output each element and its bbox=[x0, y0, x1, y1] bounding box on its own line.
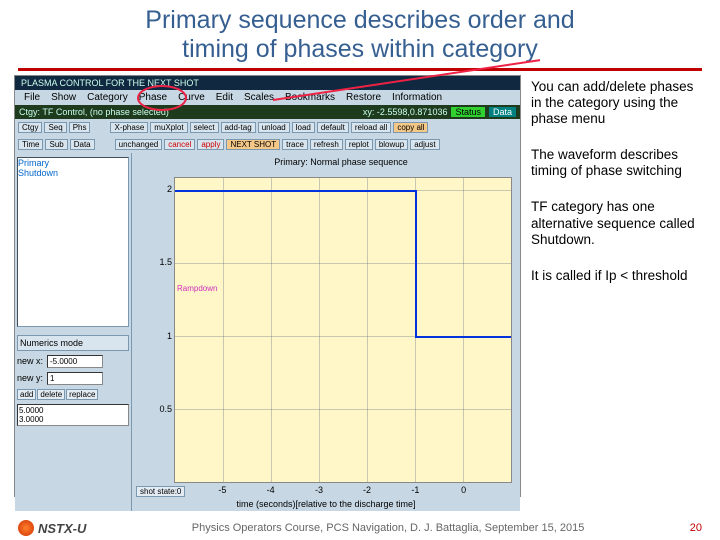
waveform-segment bbox=[415, 190, 417, 336]
shot-state-button[interactable]: shot state:0 bbox=[136, 486, 185, 497]
plot-title: Primary: Normal phase sequence bbox=[166, 157, 516, 167]
title-divider bbox=[18, 68, 702, 71]
note-ip-threshold: It is called if Ip < threshold bbox=[531, 268, 700, 284]
menu-edit[interactable]: Edit bbox=[211, 92, 238, 103]
btn-seq[interactable]: Seq bbox=[44, 122, 66, 133]
y-axis-ticks: 2 1.5 1 0.5 bbox=[150, 177, 172, 483]
numerics-mode-control[interactable]: Numerics mode bbox=[17, 335, 129, 351]
xy-readout: xy: -2.5598,0.871036 bbox=[363, 107, 448, 117]
btn-copy-all[interactable]: copy all bbox=[393, 122, 428, 133]
title-line2: timing of phases within category bbox=[182, 35, 538, 63]
btn-select[interactable]: select bbox=[190, 122, 219, 133]
plot-panel: Primary: Normal phase sequence Rampdow bbox=[132, 153, 520, 511]
note-waveform: The waveform describes timing of phase s… bbox=[531, 147, 700, 179]
values-readout: 5.0000 3.0000 bbox=[17, 404, 129, 426]
btn-cancel[interactable]: cancel bbox=[164, 139, 195, 150]
left-panel: Primary Shutdown Numerics mode new x: ne… bbox=[15, 153, 132, 511]
title-line1: Primary sequence describes order and bbox=[145, 6, 574, 34]
data-chip: Data bbox=[489, 107, 516, 117]
sequence-list[interactable]: Primary Shutdown bbox=[17, 157, 129, 327]
btn-reload-all[interactable]: reload all bbox=[351, 122, 391, 133]
x-axis-label: time (seconds)[relative to the discharge… bbox=[132, 499, 520, 509]
btn-delete[interactable]: delete bbox=[37, 389, 65, 400]
btn-next-shot[interactable]: NEXT SHOT bbox=[226, 139, 280, 150]
info-bar: Ctgy: TF Control, (no phase selected) xy… bbox=[15, 105, 520, 119]
pcs-application-window: PLASMA CONTROL FOR THE NEXT SHOT File Sh… bbox=[14, 75, 521, 497]
btn-add-tag[interactable]: add-tag bbox=[221, 122, 256, 133]
newy-input[interactable] bbox=[47, 372, 103, 385]
btn-phs[interactable]: Phs bbox=[69, 122, 91, 133]
list-item[interactable]: Primary bbox=[18, 158, 128, 168]
menu-information[interactable]: Information bbox=[387, 92, 447, 103]
annotation-column: You can add/delete phases in the categor… bbox=[521, 75, 706, 497]
newy-label: new y: bbox=[17, 373, 43, 383]
x-axis-ticks: -6 -5 -4 -3 -2 -1 0 bbox=[174, 485, 512, 497]
btn-sub[interactable]: Sub bbox=[45, 139, 67, 150]
waveform-segment bbox=[415, 336, 511, 338]
btn-trace[interactable]: trace bbox=[282, 139, 308, 150]
menu-file[interactable]: File bbox=[19, 92, 45, 103]
application-menubar[interactable]: File Show Category Phase Curve Edit Scal… bbox=[15, 90, 520, 105]
btn-muxplot[interactable]: muXplot bbox=[150, 122, 187, 133]
btn-apply[interactable]: apply bbox=[197, 139, 224, 150]
btn-xphase[interactable]: X-phase bbox=[110, 122, 148, 133]
menu-restore[interactable]: Restore bbox=[341, 92, 386, 103]
btn-replace[interactable]: replace bbox=[66, 389, 98, 400]
btn-data[interactable]: Data bbox=[70, 139, 95, 150]
list-item[interactable]: Shutdown bbox=[18, 168, 128, 178]
btn-adjust[interactable]: adjust bbox=[410, 139, 439, 150]
plot-area[interactable]: Rampdown bbox=[174, 177, 512, 483]
btn-refresh[interactable]: refresh bbox=[310, 139, 343, 150]
footer-center-text: Physics Operators Course, PCS Navigation… bbox=[86, 522, 689, 534]
btn-add[interactable]: add bbox=[17, 389, 36, 400]
page-number: 20 bbox=[690, 522, 702, 534]
phase-menu-highlight-oval bbox=[137, 85, 187, 111]
slide-footer: NSTX-U Physics Operators Course, PCS Nav… bbox=[0, 520, 720, 536]
toolbar-row-1: Ctgy Seq Phs X-phase muXplot select add-… bbox=[15, 119, 520, 136]
btn-default[interactable]: default bbox=[317, 122, 349, 133]
nstx-logo-text: NSTX-U bbox=[38, 521, 86, 536]
note-shutdown-seq: TF category has one alternative sequence… bbox=[531, 199, 700, 248]
newx-input[interactable] bbox=[47, 355, 103, 368]
btn-ctgy[interactable]: Ctgy bbox=[18, 122, 42, 133]
selection-summary: Ctgy: TF Control, (no phase selected) bbox=[19, 107, 363, 117]
btn-unchanged[interactable]: unchanged bbox=[115, 139, 163, 150]
btn-blowup[interactable]: blowup bbox=[375, 139, 408, 150]
btn-replot[interactable]: replot bbox=[345, 139, 373, 150]
waveform-segment bbox=[175, 190, 415, 192]
btn-time[interactable]: Time bbox=[18, 139, 43, 150]
menu-show[interactable]: Show bbox=[46, 92, 81, 103]
toolbar-row-2: Time Sub Data unchanged cancel apply NEX… bbox=[15, 136, 520, 153]
window-titlebar: PLASMA CONTROL FOR THE NEXT SHOT bbox=[15, 76, 520, 90]
rampdown-label: Rampdown bbox=[177, 284, 217, 293]
btn-load[interactable]: load bbox=[292, 122, 315, 133]
nstx-logo-icon bbox=[18, 520, 34, 536]
menu-category[interactable]: Category bbox=[82, 92, 133, 103]
newx-label: new x: bbox=[17, 356, 43, 366]
btn-unload[interactable]: unload bbox=[258, 122, 290, 133]
status-chip: Status bbox=[451, 107, 485, 117]
note-phase-menu: You can add/delete phases in the categor… bbox=[531, 79, 700, 128]
page-title: Primary sequence describes order and tim… bbox=[0, 0, 720, 68]
